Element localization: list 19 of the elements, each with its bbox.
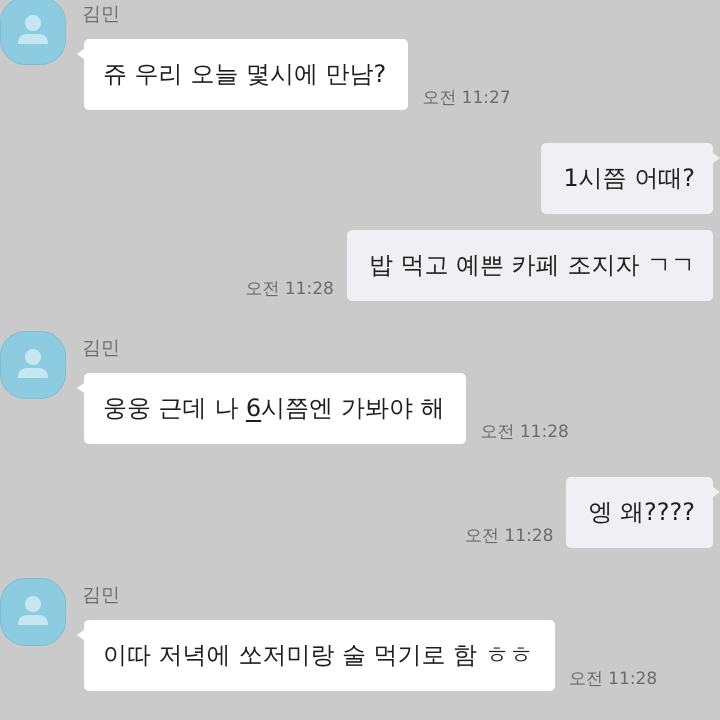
message-bubble: 엥 왜???? xyxy=(566,477,713,548)
message-bubble: 1시쯤 어때? xyxy=(541,143,713,214)
bubble-tail xyxy=(713,487,720,497)
avatar-icon[interactable] xyxy=(0,0,66,65)
message-bubble: 밥 먹고 예쁜 카페 조지자 ㄱㄱ xyxy=(346,230,713,301)
message-time: 오전 11:27 xyxy=(422,88,511,108)
bubble-tail xyxy=(713,153,720,163)
message-time: 오전 11:28 xyxy=(465,526,554,546)
message-bubble: 쥬 우리 오늘 몇시에 만남? xyxy=(84,39,408,110)
avatar-icon[interactable] xyxy=(0,578,66,646)
avatar-icon[interactable] xyxy=(0,331,66,399)
message-time: 오전 11:28 xyxy=(245,279,334,299)
sender-name: 김민 xyxy=(82,583,120,607)
message-bubble: 웅웅 근데 나 6시쯤엔 가봐야 해 xyxy=(84,373,466,444)
message-time: 오전 11:28 xyxy=(568,669,658,689)
sender-name: 김민 xyxy=(82,2,120,26)
sender-name: 김민 xyxy=(82,336,120,360)
message-time: 오전 11:28 xyxy=(480,422,569,442)
message-bubble: 이따 저녁에 쏘저미랑 술 먹기로 함 ㅎㅎ xyxy=(84,620,555,691)
